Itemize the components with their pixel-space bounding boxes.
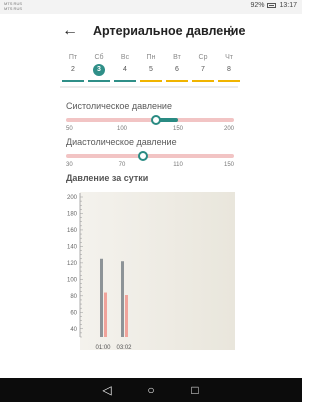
- more-vert-icon[interactable]: ⋮: [224, 22, 238, 40]
- x-tick-label: 01:00: [95, 345, 111, 351]
- diastolic-label: Диастолическое давление: [66, 137, 177, 147]
- diastolic-range-slider[interactable]: [66, 151, 234, 161]
- day-name: Сб: [94, 54, 104, 61]
- nav-back-icon[interactable]: ◁: [99, 382, 115, 398]
- bar-systolic: [100, 258, 103, 337]
- day-name: Вт: [173, 54, 181, 61]
- day-status-bar: [114, 80, 136, 82]
- day-status-bar: [62, 80, 84, 82]
- carrier-info: MTS RUS MTS RUS: [4, 1, 22, 11]
- nav-home-icon[interactable]: ○: [143, 382, 159, 398]
- day-item[interactable]: Ср 7: [190, 48, 216, 86]
- y-tick-label: 80: [70, 294, 77, 300]
- day-number: 6: [175, 66, 179, 73]
- daily-pressure-chart: 40 60 80 100 120 140 160 180 200 01:00 03:02: [67, 193, 132, 351]
- day-number: 7: [201, 66, 205, 73]
- tick-label: 150: [223, 162, 234, 168]
- y-tick-label: 140: [67, 244, 78, 250]
- day-item[interactable]: Пт 2: [60, 48, 86, 86]
- systolic-thumb[interactable]: [150, 115, 161, 125]
- tick-label: 100: [116, 126, 128, 132]
- bar-diastolic: [104, 292, 107, 337]
- day-item[interactable]: Пн 5: [138, 48, 164, 86]
- tick-label: 30: [66, 162, 73, 168]
- app-bar: ← Артериальное давление ⋮: [0, 14, 302, 48]
- day-status-bar: [218, 80, 240, 82]
- bar-diastolic: [125, 295, 128, 337]
- back-arrow-icon[interactable]: ←: [60, 21, 80, 41]
- tick-label: 50: [66, 126, 73, 132]
- day-number: 8: [227, 66, 231, 73]
- status-time: 13:17: [279, 2, 297, 9]
- diastolic-ticks: 30 70 110 150: [66, 162, 234, 170]
- day-item[interactable]: Сб 3: [86, 48, 112, 86]
- day-status-bar: [166, 80, 188, 82]
- nav-recents-icon[interactable]: □: [187, 382, 203, 398]
- x-tick-label: 03:02: [116, 345, 132, 351]
- status-right: 92% 13:17: [250, 2, 297, 9]
- day-name: Пн: [146, 54, 156, 61]
- day-selector: Пт 2 Сб 3 Вс 4 Пн 5 Вт 6 Ср 7 Чт 8: [60, 48, 240, 88]
- diastolic-track: [66, 154, 234, 158]
- y-tick-label: 60: [70, 310, 77, 316]
- day-item[interactable]: Вс 4: [112, 48, 138, 86]
- battery-percent: 92%: [250, 2, 265, 9]
- day-number: 4: [123, 66, 127, 73]
- day-status-bar: [140, 80, 162, 82]
- page-title: Артериальное давление: [93, 24, 246, 38]
- day-number: 5: [149, 66, 153, 73]
- day-name: Чт: [225, 54, 233, 61]
- day-name: Пт: [68, 54, 78, 61]
- day-name: Вс: [120, 54, 130, 61]
- day-status-bar: [192, 80, 214, 82]
- y-tick-label: 180: [67, 211, 78, 217]
- systolic-ticks: 50 100 150 200: [66, 126, 234, 134]
- tick-label: 200: [223, 126, 234, 132]
- tick-label: 110: [173, 162, 183, 168]
- bar-systolic: [121, 261, 124, 337]
- tick-label: 150: [172, 126, 184, 132]
- y-tick-label: 40: [70, 327, 77, 333]
- day-name: Ср: [198, 54, 208, 61]
- y-tick-label: 200: [67, 195, 78, 201]
- y-tick-label: 160: [67, 228, 78, 234]
- y-tick-label: 120: [67, 261, 78, 267]
- day-number: 3: [93, 64, 105, 76]
- systolic-range-slider[interactable]: [66, 115, 234, 125]
- daily-label: Давление за сутки: [66, 173, 149, 183]
- carrier-line-2: MTS RUS: [4, 6, 22, 11]
- system-nav-bar: ◁ ○ □: [0, 378, 302, 402]
- battery-icon: [267, 3, 277, 8]
- tick-label: 70: [118, 162, 126, 168]
- day-number: 2: [71, 66, 75, 73]
- status-bar: MTS RUS MTS RUS 92% 13:17: [0, 0, 302, 14]
- systolic-label: Систолическое давление: [66, 101, 172, 111]
- diastolic-thumb[interactable]: [138, 151, 148, 161]
- day-status-bar: [88, 80, 110, 82]
- y-tick-label: 100: [67, 277, 78, 283]
- day-item[interactable]: Вт 6: [164, 48, 190, 86]
- day-item[interactable]: Чт 8: [216, 48, 242, 86]
